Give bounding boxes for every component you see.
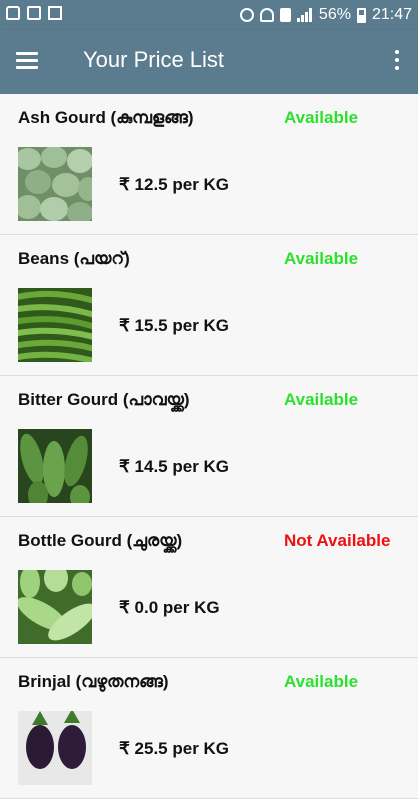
item-name: Beans (പയറ്) [18,249,130,268]
battery-percent: 56% [318,6,351,23]
price-list[interactable]: Ash Gourd (കുമ്പളങ്ങ) Available ₹ 12.5 p… [0,94,418,799]
clock: 21:47 [371,6,412,23]
item-name: Bottle Gourd (ചുരയ്ക്ക) [18,531,183,550]
status-label: Available [284,672,359,691]
lock-icon [6,6,20,20]
bottle-gourd-image [18,570,92,644]
hamburger-menu-icon[interactable] [16,52,38,70]
item-price: ₹ 25.5 per KG [119,739,230,758]
item-price: ₹ 0.0 per KG [119,598,220,617]
notification-icon [27,6,41,20]
item-price: ₹ 14.5 per KG [119,457,230,476]
list-item[interactable]: Bitter Gourd (പാവയ്ക്ക) Available ₹ 14.5… [0,376,418,517]
item-name: Ash Gourd (കുമ്പളങ്ങ) [18,108,194,127]
bitter-gourd-image [18,429,92,503]
app-bar: Your Price List [0,30,418,94]
item-name: Bitter Gourd (പാവയ്ക്ക) [18,390,190,409]
mute-icon [239,8,254,22]
status-label: Not Available [284,531,391,550]
list-item[interactable]: Brinjal (വഴുതനങ്ങ) Available ₹ 25.5 per … [0,658,418,799]
status-label: Available [284,249,359,268]
item-price: ₹ 15.5 per KG [119,316,230,335]
flag-icon [48,6,62,20]
item-price: ₹ 12.5 per KG [119,175,230,194]
list-item[interactable]: Bottle Gourd (ചുരയ്ക്ക) Not Available ₹ … [0,517,418,658]
sim-icon [279,8,291,22]
status-label: Available [284,108,359,127]
battery-icon [356,7,366,23]
signal-icon [296,8,313,22]
wifi-icon [259,8,274,22]
ash-gourd-image [18,147,92,221]
item-name: Brinjal (വഴുതനങ്ങ) [18,672,169,691]
page-title: Your Price List [83,47,225,72]
list-item[interactable]: Ash Gourd (കുമ്പളങ്ങ) Available ₹ 12.5 p… [0,94,418,235]
beans-image [18,288,92,362]
more-vert-icon[interactable] [394,50,400,72]
list-item[interactable]: Beans (പയറ്) Available ₹ 15.5 per KG [0,235,418,376]
brinjal-image [18,711,92,785]
status-label: Available [284,390,359,409]
status-bar: 56% 21:47 [0,0,418,30]
